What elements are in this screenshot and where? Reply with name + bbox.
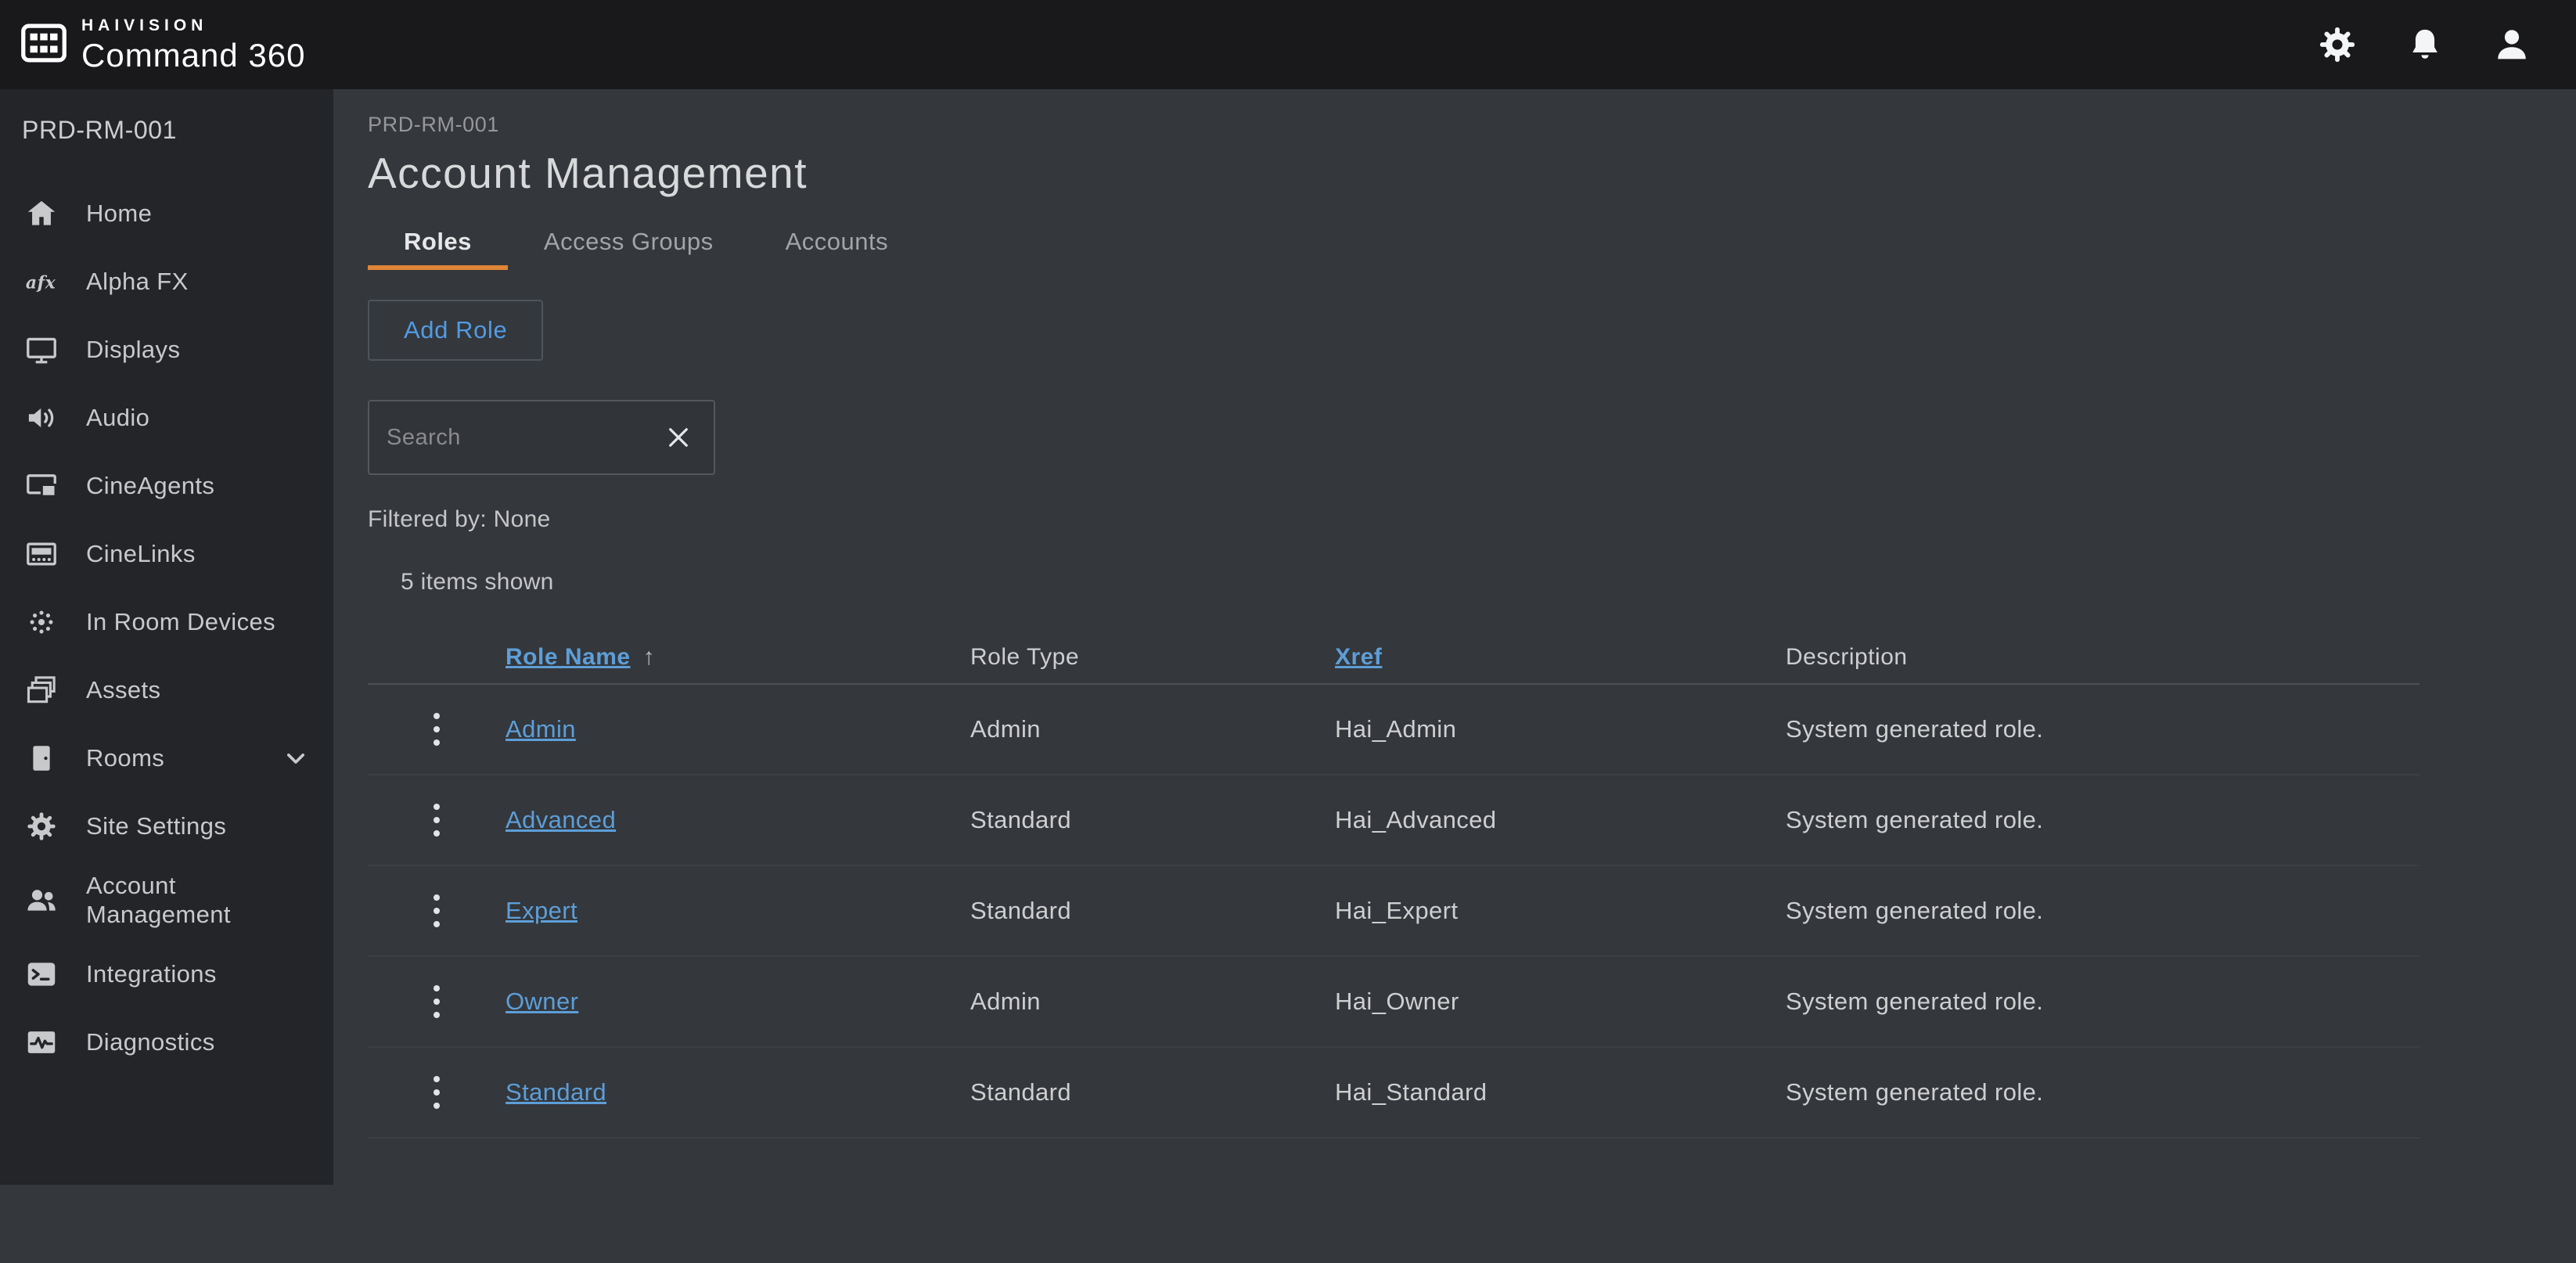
description-cell: System generated role. (1786, 806, 2419, 834)
brand-text: HAIVISION Command 360 (81, 17, 305, 72)
top-bar: HAIVISION Command 360 (0, 0, 2576, 89)
xref-cell: Hai_Standard (1335, 1078, 1786, 1106)
table-row: StandardStandardHai_StandardSystem gener… (368, 1048, 2419, 1139)
role-type-header: Role Type (970, 644, 1335, 671)
xref-cell: Hai_Owner (1335, 988, 1786, 1016)
description-header: Description (1786, 644, 2419, 671)
xref-cell: Hai_Admin (1335, 715, 1786, 743)
filtered-by-label: Filtered by: None (368, 506, 2576, 533)
audio-icon (22, 401, 61, 435)
role-name-header[interactable]: Role Name (505, 644, 631, 670)
row-actions-kebab-icon[interactable] (424, 703, 449, 755)
xref-cell: Hai_Expert (1335, 897, 1786, 925)
role-name-link[interactable]: Admin (505, 715, 576, 743)
sidebar-item-audio[interactable]: Audio (0, 383, 333, 452)
clear-search-icon[interactable] (660, 419, 696, 455)
user-profile-icon[interactable] (2491, 24, 2532, 65)
table-header-row: Role Name ↑ Role Type Xref Description (368, 632, 2419, 685)
role-type-cell: Admin (970, 988, 1335, 1016)
cinelinks-icon (22, 537, 61, 571)
sidebar-item-site-settings[interactable]: Site Settings (0, 792, 333, 860)
description-cell: System generated role. (1786, 1078, 2419, 1106)
sidebar-item-account-management[interactable]: Account Management (0, 860, 333, 940)
displays-icon (22, 333, 61, 367)
home-icon (22, 196, 61, 231)
cineagents-icon (22, 469, 61, 503)
notifications-bell-icon[interactable] (2405, 25, 2445, 64)
sidebar-site-label: PRD-RM-001 (0, 106, 333, 148)
main-content: PRD-RM-001 Account Management RolesAcces… (333, 89, 2576, 1263)
diagnostics-icon (22, 1025, 61, 1060)
role-type-cell: Standard (970, 897, 1335, 925)
table-row: AdminAdminHai_AdminSystem generated role… (368, 685, 2419, 775)
xref-header[interactable]: Xref (1335, 644, 1382, 670)
tab-roles[interactable]: Roles (368, 218, 508, 270)
svg-text:afx: afx (26, 272, 56, 293)
page-title: Account Management (368, 148, 2576, 198)
alpha-fx-icon: afx (22, 264, 61, 299)
sidebar-item-rooms[interactable]: Rooms (0, 724, 333, 792)
sidebar-item-diagnostics[interactable]: Diagnostics (0, 1008, 333, 1076)
sidebar: PRD-RM-001 HomeafxAlpha FXDisplaysAudioC… (0, 89, 333, 1185)
table-row: Advanced StandardHai_AdvancedSystem gener… (368, 775, 2419, 866)
role-name-link[interactable]: Standard (505, 1078, 606, 1106)
breadcrumb: PRD-RM-001 (368, 113, 2576, 137)
sidebar-item-home[interactable]: Home (0, 179, 333, 247)
settings-gear-icon[interactable] (2316, 23, 2358, 66)
xref-cell: Hai_Advanced (1335, 806, 1786, 834)
sidebar-item-alpha-fx[interactable]: afxAlpha FX (0, 247, 333, 315)
sidebar-nav: HomeafxAlpha FXDisplaysAudioCineAgentsCi… (0, 179, 333, 1076)
description-cell: System generated role. (1786, 715, 2419, 743)
role-type-cell: Admin (970, 715, 1335, 743)
role-name-link[interactable]: Advanced (505, 806, 616, 833)
brand-command360: Command 360 (81, 39, 305, 72)
search-input[interactable] (387, 425, 660, 451)
description-cell: System generated role. (1786, 988, 2419, 1016)
topbar-actions (2316, 23, 2532, 66)
sidebar-item-cineagents[interactable]: CineAgents (0, 452, 333, 520)
items-shown-label: 5 items shown (368, 569, 2576, 596)
row-actions-kebab-icon[interactable] (424, 1067, 449, 1118)
description-cell: System generated role. (1786, 897, 2419, 925)
in-room-devices-icon (22, 605, 61, 639)
tab-accounts[interactable]: Accounts (750, 218, 925, 270)
sidebar-item-assets[interactable]: Assets (0, 656, 333, 724)
table-row: Expert StandardHai_ExpertSystem generated… (368, 866, 2419, 957)
table-row: Owner AdminHai_OwnerSystem generated role… (368, 957, 2419, 1048)
assets-icon (22, 673, 61, 707)
chevron-down-icon[interactable] (280, 743, 311, 774)
sidebar-item-in-room-devices[interactable]: In Room Devices (0, 588, 333, 656)
search-box (368, 400, 715, 475)
sort-ascending-icon: ↑ (643, 644, 656, 671)
site-settings-gear-icon (22, 809, 61, 844)
role-type-cell: Standard (970, 1078, 1335, 1106)
sidebar-item-displays[interactable]: Displays (0, 315, 333, 383)
sidebar-item-integrations[interactable]: Integrations (0, 940, 333, 1008)
tab-bar: RolesAccess GroupsAccounts (368, 218, 2576, 270)
role-name-link[interactable]: Owner (505, 988, 578, 1015)
rooms-icon (22, 741, 61, 775)
row-actions-kebab-icon[interactable] (424, 885, 449, 937)
haivision-logo-icon (20, 21, 67, 69)
tab-access-groups[interactable]: Access Groups (508, 218, 750, 270)
row-actions-kebab-icon[interactable] (424, 976, 449, 1027)
table-body: AdminAdminHai_AdminSystem generated role… (368, 685, 2419, 1139)
add-role-button[interactable]: Add Role (368, 300, 543, 361)
sidebar-item-cinelinks[interactable]: CineLinks (0, 520, 333, 588)
row-actions-kebab-icon[interactable] (424, 794, 449, 846)
brand-haivision: HAIVISION (81, 17, 305, 34)
integrations-icon (22, 957, 61, 991)
haivision-brand[interactable]: HAIVISION Command 360 (20, 17, 305, 72)
account-management-icon (22, 883, 61, 917)
role-name-link[interactable]: Expert (505, 897, 577, 924)
roles-table: Role Name ↑ Role Type Xref Description Ad… (368, 632, 2419, 1139)
role-type-cell: Standard (970, 806, 1335, 834)
